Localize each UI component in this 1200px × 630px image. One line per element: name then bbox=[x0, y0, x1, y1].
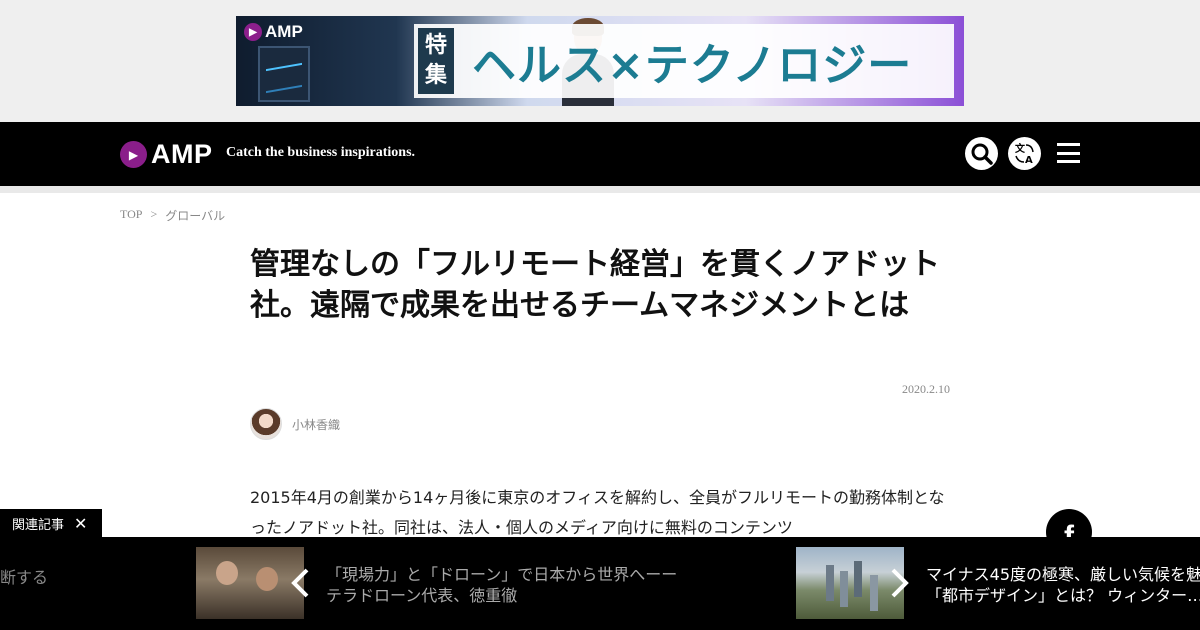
site-tagline: Catch the business inspirations. bbox=[226, 145, 416, 160]
feature-badge-line2: 集 bbox=[424, 63, 447, 88]
banner-logo-text: AMP bbox=[265, 22, 303, 41]
related-prev-text[interactable]: 断する bbox=[0, 564, 48, 588]
close-icon[interactable]: ✕ bbox=[74, 515, 87, 532]
site-header: ▶ AMP Catch the business inspirations. 文… bbox=[0, 122, 1200, 186]
breadcrumb: TOP > グローバル bbox=[120, 207, 225, 224]
banner-area: ▶ AMP 特 集 ヘルス×テクノロジー bbox=[0, 0, 1200, 122]
breadcrumb-category[interactable]: グローバル bbox=[165, 207, 225, 224]
related-item-2-line2: 「都市デザイン」とは？ ウィンター… bbox=[926, 586, 1200, 605]
article-body: 2015年4月の創業から14ヶ月後に東京のオフィスを解約し、全員がフルリモートの… bbox=[250, 488, 945, 537]
related-tab-label: 関連記事 bbox=[12, 518, 65, 533]
svg-text:文: 文 bbox=[1015, 142, 1026, 155]
author-avatar[interactable] bbox=[250, 408, 282, 440]
search-icon bbox=[971, 143, 993, 165]
feature-badge-line1: 特 bbox=[424, 33, 447, 58]
translate-button[interactable]: 文 A bbox=[1008, 137, 1041, 170]
author-name[interactable]: 小林香織 bbox=[292, 416, 340, 433]
translate-icon: 文 A bbox=[1015, 142, 1034, 166]
breadcrumb-home[interactable]: TOP bbox=[120, 207, 142, 224]
related-item-2-line1: マイナス45度の極寒、厳しい気候を魅力に bbox=[926, 565, 1200, 584]
related-item-1-line1: 「現場力」と「ドローン」で日本から世界へーー bbox=[326, 565, 678, 584]
related-item-1[interactable]: 「現場力」と「ドローン」で日本から世界へーー テラドローン代表、徳重徹 bbox=[326, 564, 677, 606]
banner-title-box: 特 集 ヘルス×テクノロジー bbox=[414, 24, 954, 98]
related-articles-bar: 断する 「現場力」と「ドローン」で日本から世界へーー テラドローン代表、徳重徹 … bbox=[0, 537, 1200, 630]
feature-banner[interactable]: ▶ AMP 特 集 ヘルス×テクノロジー bbox=[236, 16, 964, 106]
banner-headline: ヘルス×テクノロジー bbox=[472, 40, 913, 91]
related-articles-tab[interactable]: 関連記事 ✕ bbox=[0, 509, 102, 538]
chevron-right-icon[interactable] bbox=[890, 567, 910, 599]
related-item-1-line2: テラドローン代表、徳重徹 bbox=[326, 586, 518, 605]
search-button[interactable] bbox=[965, 137, 998, 170]
chevron-left-icon[interactable] bbox=[290, 567, 310, 599]
article-title: 管理なしの「フルリモート経営」を貫くノアドット社。遠隔で成果を出せるチームマネジ… bbox=[250, 247, 940, 323]
svg-text:A: A bbox=[1025, 155, 1033, 166]
article-author[interactable]: 小林香織 bbox=[250, 408, 340, 440]
related-thumbnail-2[interactable] bbox=[796, 547, 904, 619]
menu-icon[interactable] bbox=[1057, 143, 1080, 163]
related-thumbnail-1[interactable] bbox=[196, 547, 304, 619]
banner-monitor-image bbox=[258, 46, 310, 102]
site-logo[interactable]: ▶ AMP bbox=[120, 139, 213, 170]
site-logo-text: AMP bbox=[151, 139, 213, 169]
header-divider bbox=[0, 186, 1200, 193]
play-logo-icon: ▶ bbox=[120, 141, 147, 168]
feature-badge: 特 集 bbox=[418, 28, 454, 94]
banner-logo: ▶ AMP bbox=[244, 22, 303, 42]
related-item-2[interactable]: マイナス45度の極寒、厳しい気候を魅力に 「都市デザイン」とは？ ウィンター… bbox=[926, 564, 1200, 606]
article-date: 2020.2.10 bbox=[902, 382, 950, 396]
breadcrumb-separator: > bbox=[150, 207, 158, 221]
play-logo-icon: ▶ bbox=[244, 23, 262, 41]
